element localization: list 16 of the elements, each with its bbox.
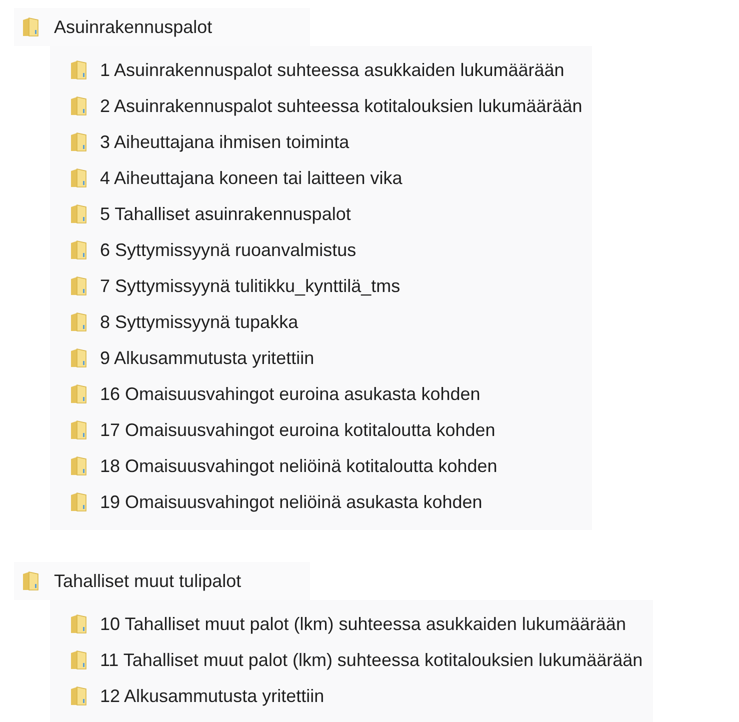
folder-name[interactable]: 17 Omaisuusvahingot euroina kotitaloutta kohden: [100, 420, 496, 440]
folder-name[interactable]: 19 Omaisuusvahingot neliöinä asukasta kohden: [100, 492, 482, 512]
folder-name[interactable]: 12 Alkusammutusta yritettiin: [100, 686, 324, 706]
folder-name[interactable]: 7 Syttymissyynä tulitikku_kynttilä_tms: [100, 276, 400, 296]
folder-name[interactable]: 4 Aiheuttajana koneen tai laitteen vika: [100, 168, 402, 188]
folder-name[interactable]: 9 Alkusammutusta yritettiin: [100, 348, 314, 368]
folder-name[interactable]: 3 Aiheuttajana ihmisen toiminta: [100, 132, 350, 152]
folder-name[interactable]: 8 Syttymissyynä tupakka: [100, 312, 298, 332]
folder-name[interactable]: 18 Omaisuusvahingot neliöinä kotitaloutta kohden: [100, 456, 498, 476]
folder-name[interactable]: 5 Tahalliset asuinrakennuspalot: [100, 204, 351, 224]
folder-name[interactable]: 2 Asuinrakennuspalot suhteessa kotitalouksien lukumäärään: [100, 96, 582, 116]
folder-name[interactable]: 1 Asuinrakennuspalot suhteessa asukkaiden lukumäärään: [100, 60, 564, 80]
folder-name[interactable]: 10 Tahalliset muut palot (lkm) suhteessa asukkaiden lukumäärään: [100, 614, 626, 634]
folder-name[interactable]: 16 Omaisuusvahingot euroina asukasta kohden: [100, 384, 480, 404]
folder-name[interactable]: 6 Syttymissyynä ruoanvalmistus: [100, 240, 356, 260]
folder-name[interactable]: 11 Tahalliset muut palot (lkm) suhteessa kotitalouksien lukumäärään: [100, 650, 643, 670]
